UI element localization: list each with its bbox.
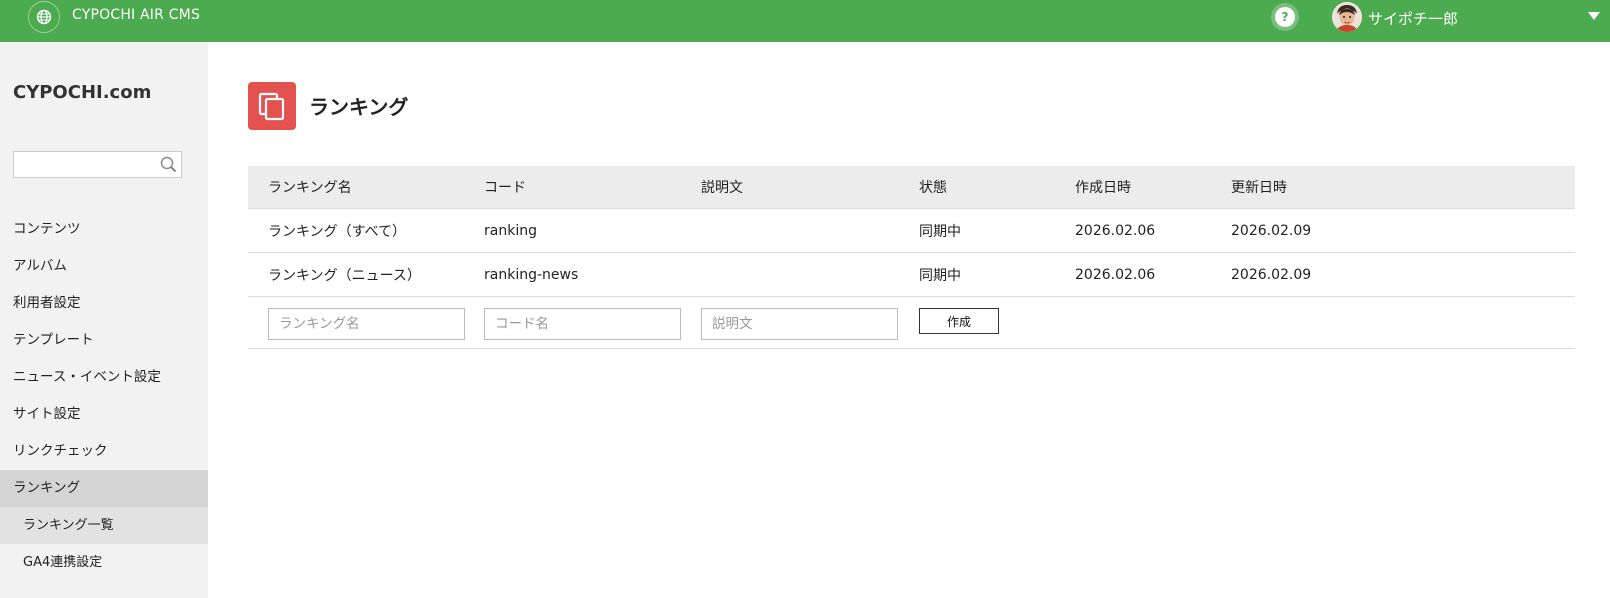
- help-button[interactable]: ?: [1271, 3, 1299, 31]
- created-date-cell: 2026.02.06: [1075, 222, 1156, 239]
- page-title: ランキング: [309, 95, 409, 119]
- create-button-cell: 作成: [919, 297, 999, 348]
- create-button[interactable]: 作成: [919, 308, 999, 334]
- code-input-cell: [484, 297, 681, 348]
- search-icon[interactable]: [160, 156, 178, 178]
- created-date-cell: 2026.02.06: [1075, 266, 1156, 283]
- table-row[interactable]: ランキング（すべて） ranking 同期中 2026.02.06 2026.0…: [248, 209, 1575, 253]
- sidebar: CYPOCHI.com コンテンツ アルバム 利用者設定 テンプレート ニュース…: [0, 42, 208, 598]
- status-cell: 同期中: [919, 267, 961, 284]
- sidebar-item-album[interactable]: アルバム: [0, 248, 208, 285]
- updated-date-cell: 2026.02.09: [1231, 222, 1312, 239]
- code-cell: ranking-news: [484, 266, 579, 283]
- ranking-name-cell[interactable]: ランキング（すべて）: [268, 209, 406, 252]
- column-header: 説明文: [701, 180, 743, 196]
- top-bar: CYPOCHI AIR CMS ? サイポチ一郎: [0, 0, 1610, 42]
- table-header-row: ランキング名 コード 説明文 状態 作成日時 更新日時: [248, 166, 1575, 209]
- sidebar-item-ranking[interactable]: ランキング: [0, 470, 208, 507]
- help-icon: ?: [1275, 7, 1295, 27]
- ranking-name-cell[interactable]: ランキング（ニュース）: [268, 253, 421, 296]
- site-name: CYPOCHI.com: [13, 82, 152, 103]
- ranking-table: ランキング名 コード 説明文 状態 作成日時 更新日時 ランキング（すべて） r…: [248, 166, 1575, 349]
- column-header: コード: [484, 180, 526, 196]
- sidebar-item-news-event-settings[interactable]: ニュース・イベント設定: [0, 359, 208, 396]
- avatar[interactable]: [1332, 2, 1362, 32]
- description-input[interactable]: [701, 308, 898, 340]
- column-header: ランキング名: [268, 180, 352, 196]
- description-input-cell: [701, 297, 898, 348]
- sidebar-subitem-ga4-settings[interactable]: GA4連携設定: [0, 544, 208, 581]
- updated-date-cell: 2026.02.09: [1231, 266, 1312, 283]
- code-cell: ranking: [484, 222, 537, 239]
- column-header: 更新日時: [1231, 180, 1287, 196]
- sidebar-item-templates[interactable]: テンプレート: [0, 322, 208, 359]
- new-ranking-form-row: 作成: [248, 297, 1575, 349]
- app-title: CYPOCHI AIR CMS: [72, 7, 201, 23]
- sidebar-item-site-settings[interactable]: サイト設定: [0, 396, 208, 433]
- sidebar-item-contents[interactable]: コンテンツ: [0, 211, 208, 248]
- chevron-down-icon[interactable]: [1588, 12, 1600, 20]
- column-header: 作成日時: [1075, 180, 1131, 196]
- globe-icon[interactable]: [28, 1, 60, 33]
- copy-icon: [248, 82, 296, 130]
- sidebar-item-link-check[interactable]: リンクチェック: [0, 433, 208, 470]
- table-row[interactable]: ランキング（ニュース） ranking-news 同期中 2026.02.06 …: [248, 253, 1575, 297]
- search-input[interactable]: [14, 152, 154, 177]
- status-cell: 同期中: [919, 223, 961, 240]
- sidebar-nav: コンテンツ アルバム 利用者設定 テンプレート ニュース・イベント設定 サイト設…: [0, 211, 208, 581]
- ranking-name-input[interactable]: [268, 308, 465, 340]
- code-input[interactable]: [484, 308, 681, 340]
- name-input-cell: [268, 297, 465, 348]
- user-name[interactable]: サイポチ一郎: [1368, 8, 1458, 29]
- sidebar-item-user-settings[interactable]: 利用者設定: [0, 285, 208, 322]
- sidebar-subitem-ranking-list[interactable]: ランキング一覧: [0, 507, 208, 544]
- main-content: ランキング ランキング名 コード 説明文 状態 作成日時 更新日時 ランキング（…: [208, 42, 1610, 598]
- search-box: [13, 151, 182, 178]
- column-header: 状態: [919, 180, 947, 196]
